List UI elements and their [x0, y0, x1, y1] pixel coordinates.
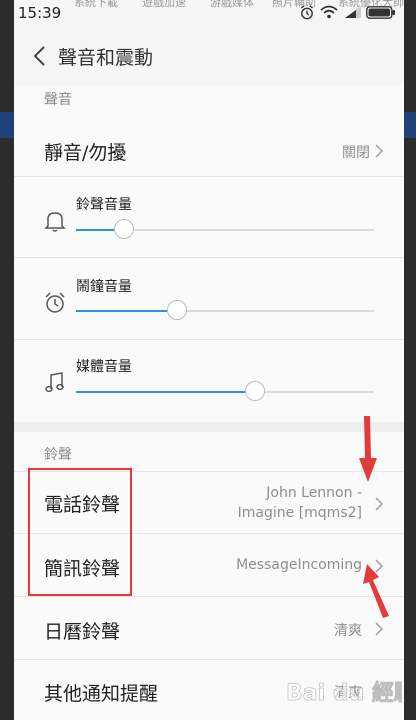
slider-fill: [76, 391, 255, 393]
background-text: 游戲媒体: [210, 0, 254, 9]
mute-title: 靜音/勿擾: [44, 142, 127, 164]
media-volume-label: 媒體音量: [76, 359, 132, 375]
chevron-right-icon: [375, 622, 384, 636]
status-time: 15:39: [18, 4, 62, 22]
section-separator: [14, 422, 404, 432]
bell-icon: [44, 212, 66, 232]
divider: [14, 176, 404, 177]
phone-ringtone-value-line2: Imagine [mqms2]: [237, 505, 362, 521]
phone-ringtone-value-line1: John Lennon -: [266, 485, 362, 501]
screenshot-frame-left: [0, 0, 14, 720]
annotation-highlight-box: [28, 468, 132, 596]
screenshot-frame-right: [404, 0, 416, 720]
wifi-icon: [320, 5, 338, 19]
battery-icon: [366, 6, 395, 19]
media-volume-slider[interactable]: [76, 381, 374, 401]
divider: [14, 659, 404, 660]
divider: [14, 257, 404, 258]
calendar-ringtone-value: 清爽: [334, 623, 362, 639]
page-header: 聲音和震動: [14, 26, 404, 86]
divider: [14, 596, 404, 597]
annotation-arrows: [359, 416, 389, 618]
back-arrow-icon[interactable]: [28, 42, 54, 70]
section-label-ringtone: 鈴聲: [44, 447, 72, 463]
alarm-clock-icon: [45, 292, 65, 313]
slider-thumb[interactable]: [167, 300, 188, 320]
slider-thumb[interactable]: [113, 219, 134, 239]
mute-value: 關閉: [342, 145, 370, 161]
slider-fill: [76, 310, 178, 312]
alarm-clock-icon: [301, 5, 313, 20]
status-bar: 系統下載 遊戲加速 游戲媒体 照片輔助 系統優化大師 15:39: [14, 0, 404, 26]
music-note-icon: [45, 372, 64, 393]
chevron-right-icon: [375, 144, 384, 158]
background-text: 遊戲加速: [142, 0, 186, 9]
alarm-volume-label: 鬧鐘音量: [76, 279, 132, 295]
ringer-volume-slider[interactable]: [76, 219, 374, 239]
alarm-volume-slider[interactable]: [76, 300, 374, 320]
sms-ringtone-value: MessageIncoming: [236, 557, 362, 573]
ringer-volume-label: 鈴聲音量: [76, 197, 132, 213]
divider: [14, 339, 404, 340]
signal-icon: [345, 6, 361, 18]
baidu-jingyan-watermark: Bai du 經驗: [286, 680, 402, 707]
section-label-sound: 聲音: [44, 92, 72, 108]
settings-screen: 系統下載 遊戲加速 游戲媒体 照片輔助 系統優化大師 15:39 聲音和震動 聲…: [14, 0, 404, 720]
watermark-text: Bai du 經驗: [286, 680, 402, 706]
background-text: 系統下載: [74, 0, 118, 9]
slider-thumb[interactable]: [244, 381, 265, 401]
calendar-ringtone-title: 日曆鈴聲: [44, 621, 121, 643]
page-title: 聲音和震動: [58, 47, 154, 69]
other-notification-title: 其他通知提醒: [44, 683, 159, 705]
